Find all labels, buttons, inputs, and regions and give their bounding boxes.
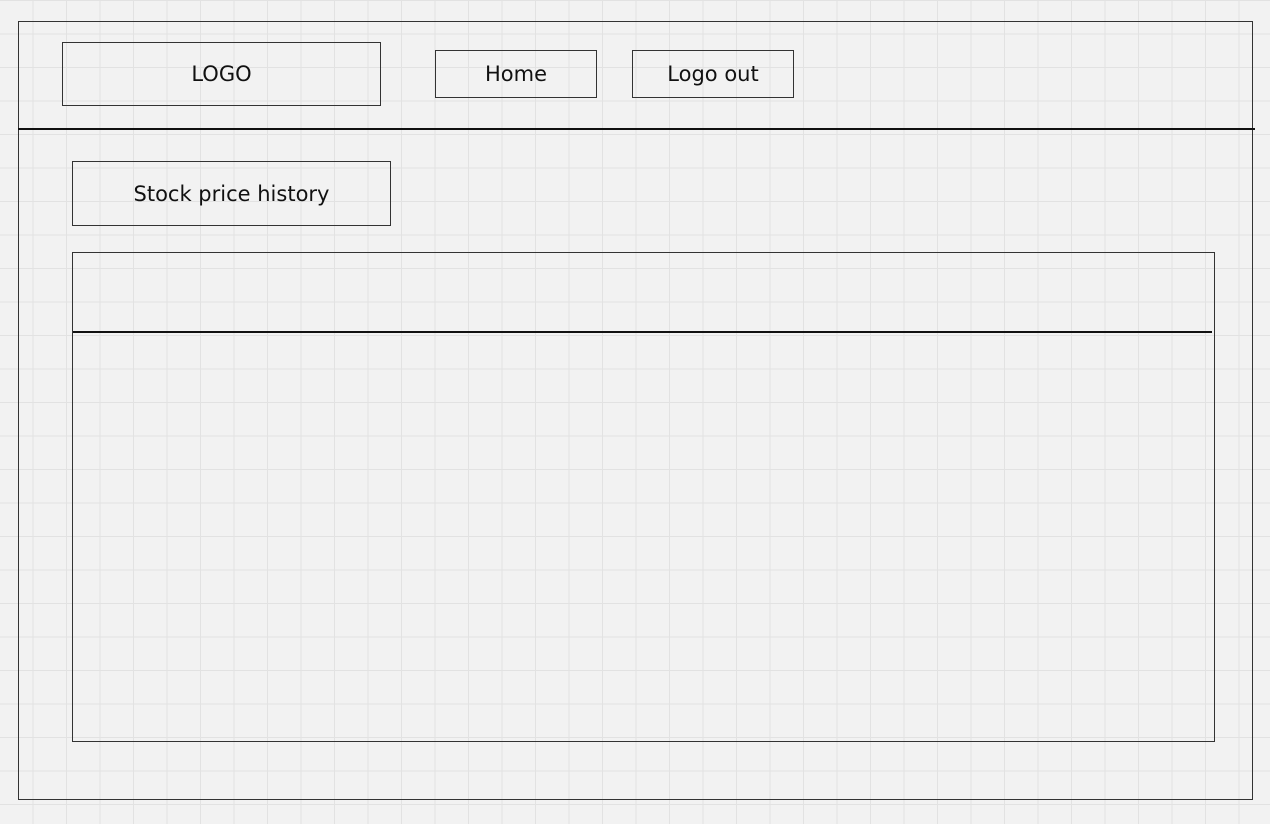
logo: LOGO xyxy=(62,42,381,106)
logout-button-label: Logo out xyxy=(667,62,759,86)
section-title: Stock price history xyxy=(72,161,391,226)
panel-header-divider xyxy=(73,331,1212,333)
section-title-text: Stock price history xyxy=(133,181,330,206)
logout-button[interactable]: Logo out xyxy=(632,50,794,98)
home-button[interactable]: Home xyxy=(435,50,597,98)
home-button-label: Home xyxy=(484,62,547,86)
logo-text: LOGO xyxy=(191,62,252,86)
header-divider xyxy=(18,128,1255,130)
stock-history-panel xyxy=(72,252,1215,742)
